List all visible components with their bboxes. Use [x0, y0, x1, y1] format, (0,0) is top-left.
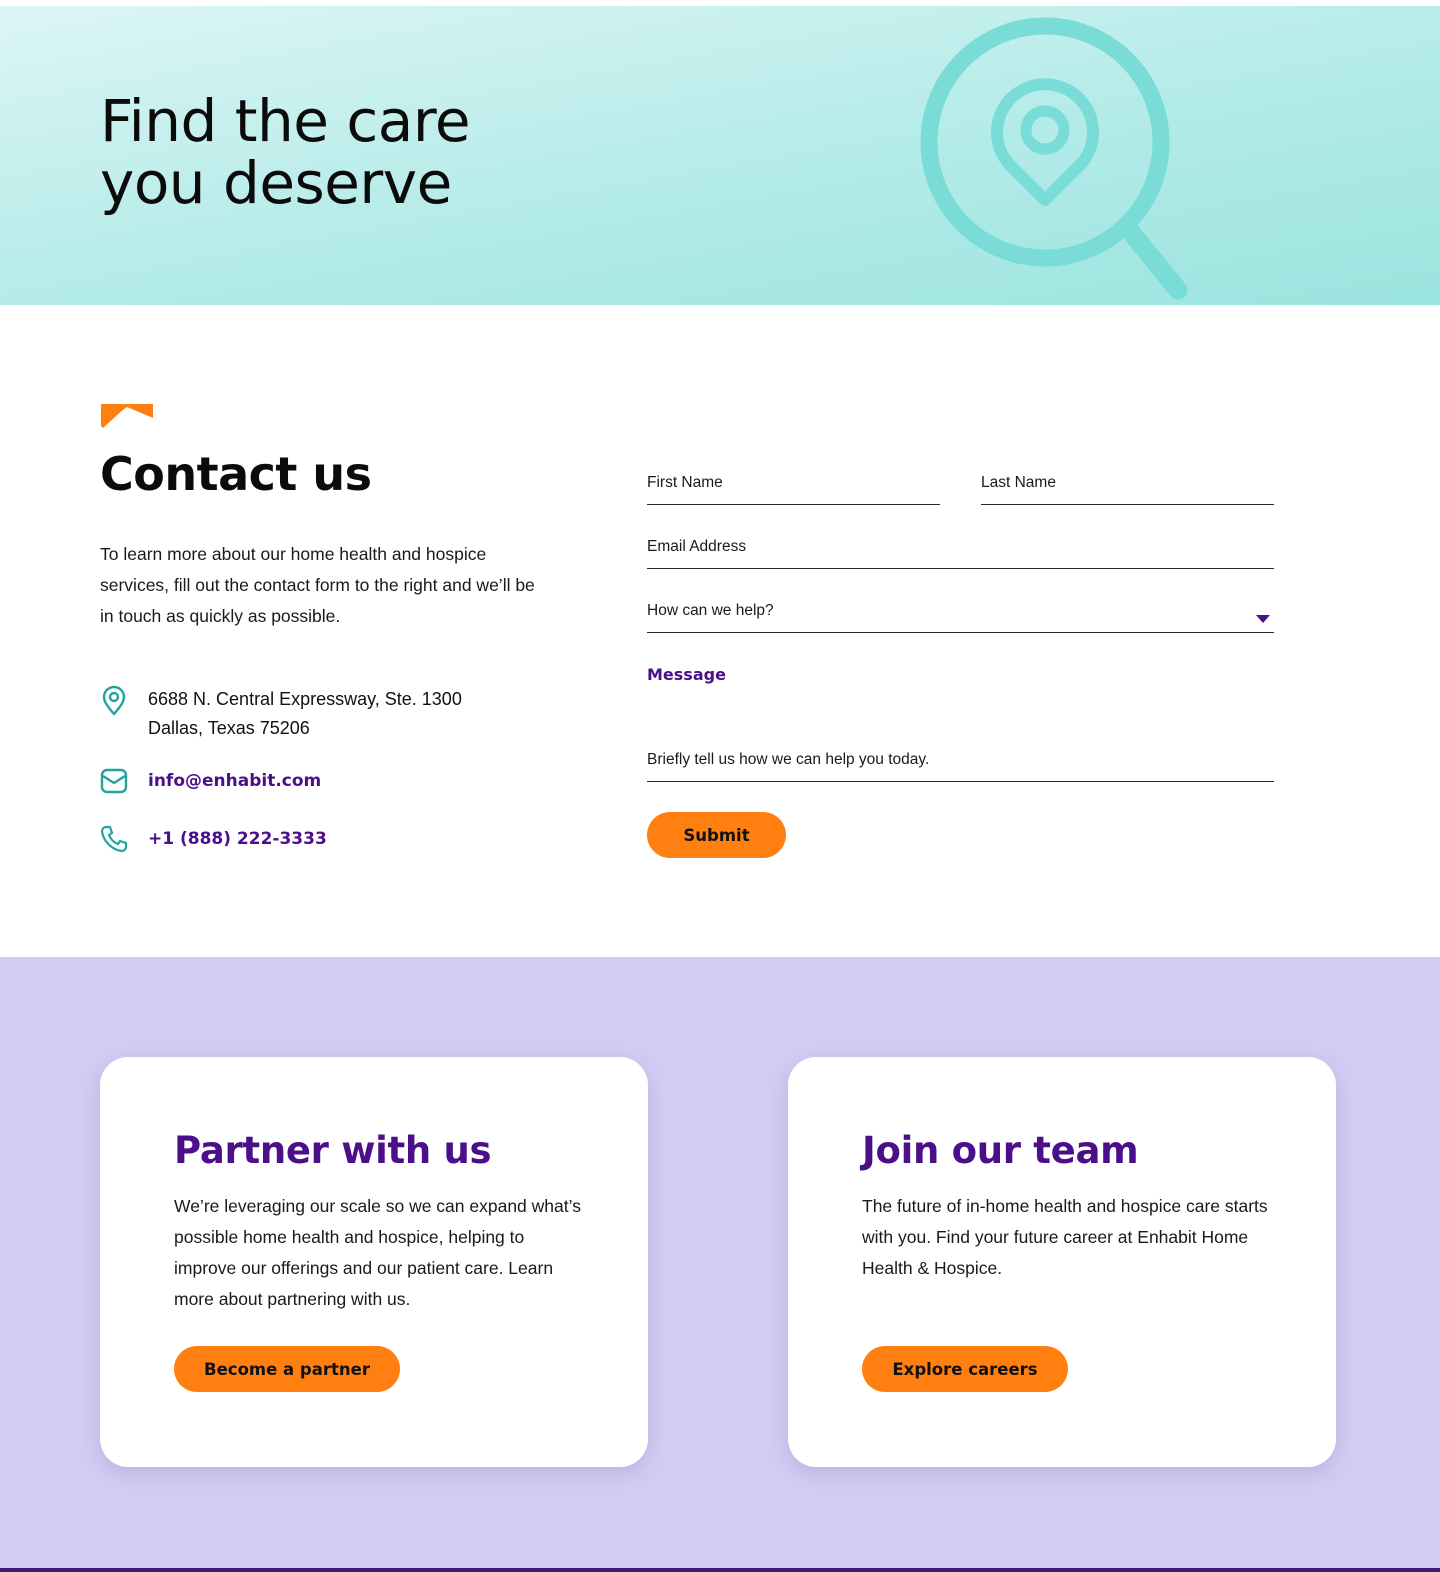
email-link[interactable]: info@enhabit.com: [148, 765, 321, 797]
phone-icon: [98, 823, 130, 855]
location-pin-icon: [98, 685, 130, 717]
help-select[interactable]: How can we help?: [647, 593, 1274, 633]
address-line-1: 6688 N. Central Expressway, Ste. 1300: [148, 689, 462, 709]
address: 6688 N. Central Expressway, Ste. 1300 Da…: [148, 685, 462, 743]
hero-title: Find the care you deserve: [100, 87, 471, 217]
hero-banner: Find the care you deserve: [0, 6, 1440, 305]
message-textarea[interactable]: Briefly tell us how we can help you toda…: [647, 735, 1274, 782]
contact-section: Contact us To learn more about our home …: [0, 305, 1440, 957]
message-label: Message: [647, 665, 726, 684]
cta-cards-section: Partner with us We’re leveraging our sca…: [0, 957, 1440, 1572]
submit-button[interactable]: Submit: [647, 812, 786, 858]
address-line-2: Dallas, Texas 75206: [148, 718, 310, 738]
contact-intro: To learn more about our home health and …: [100, 544, 535, 626]
first-name-field[interactable]: First Name: [647, 465, 940, 505]
careers-card-title: Join our team: [862, 1129, 1139, 1172]
contact-title: Contact us: [100, 447, 372, 501]
partner-card: Partner with us We’re leveraging our sca…: [100, 1057, 648, 1467]
address-row: 6688 N. Central Expressway, Ste. 1300 Da…: [98, 685, 462, 743]
mail-icon: [98, 765, 130, 797]
last-name-field[interactable]: Last Name: [981, 465, 1274, 505]
email-row: info@enhabit.com: [98, 765, 321, 797]
careers-card-text: The future of in-home health and hospice…: [862, 1196, 1268, 1278]
careers-card: Join our team The future of in-home heal…: [788, 1057, 1336, 1467]
phone-row: +1 (888) 222-3333: [98, 823, 327, 855]
map-search-icon: [916, 10, 1196, 305]
email-field[interactable]: Email Address: [647, 529, 1274, 569]
last-name-label: Last Name: [981, 474, 1056, 491]
phone-link[interactable]: +1 (888) 222-3333: [148, 823, 327, 855]
message-placeholder: Briefly tell us how we can help you toda…: [647, 751, 930, 768]
become-partner-button[interactable]: Become a partner: [174, 1346, 400, 1392]
email-label: Email Address: [647, 538, 747, 555]
brand-chevron-icon: [101, 404, 153, 428]
footer-divider: [0, 1568, 1440, 1572]
help-select-label: How can we help?: [647, 602, 774, 619]
partner-card-title: Partner with us: [174, 1129, 492, 1172]
first-name-label: First Name: [647, 474, 723, 491]
explore-careers-button[interactable]: Explore careers: [862, 1346, 1068, 1392]
caret-down-icon: [1256, 609, 1270, 623]
partner-card-text: We’re leveraging our scale so we can exp…: [174, 1196, 581, 1309]
